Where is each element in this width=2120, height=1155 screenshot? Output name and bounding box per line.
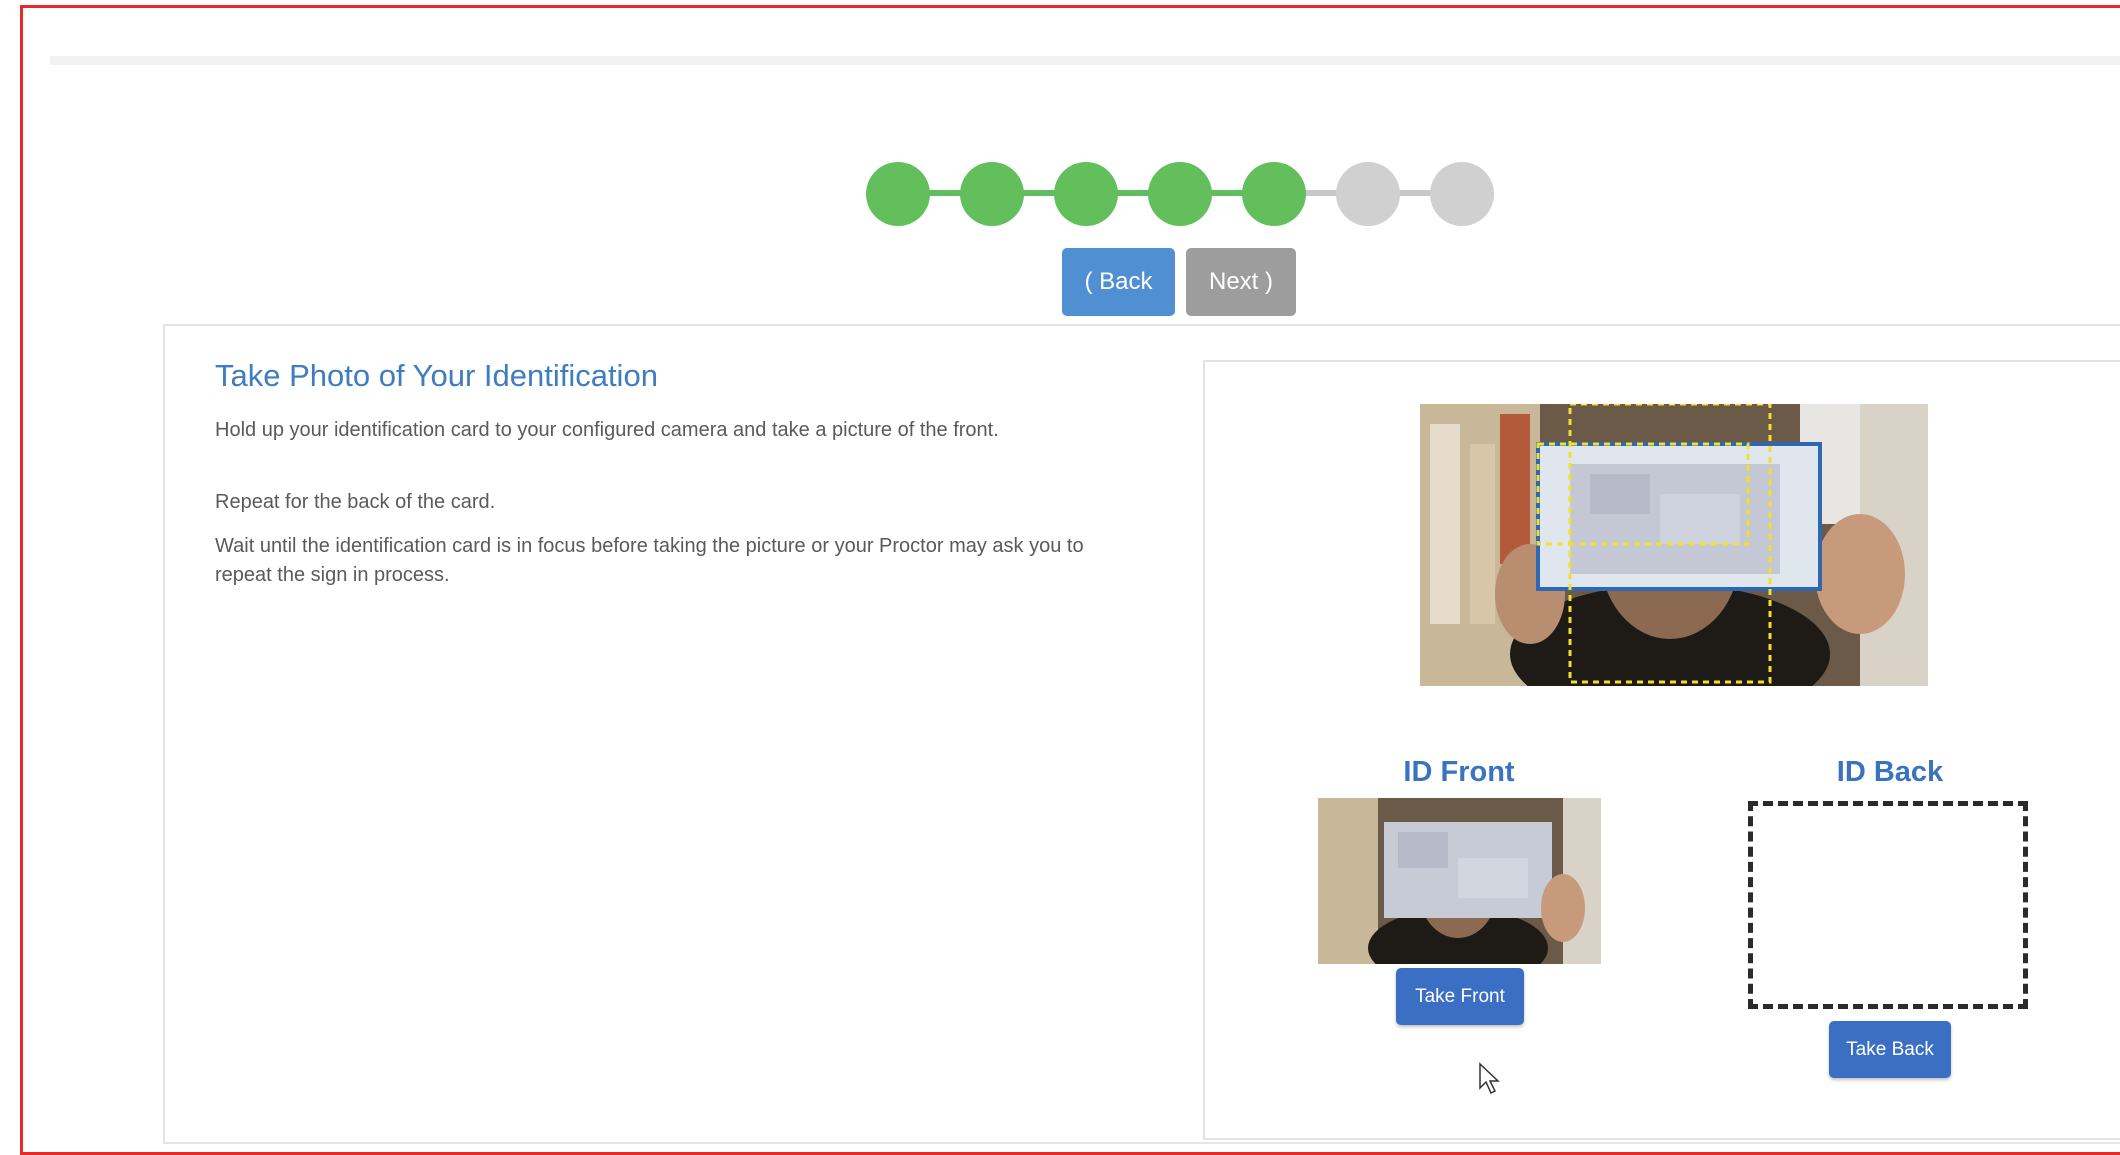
step-1	[866, 162, 930, 226]
camera-preview	[1420, 404, 1928, 686]
progress-stepper	[866, 162, 1496, 226]
step-2	[960, 162, 1024, 226]
mouse-pointer-icon	[1479, 1062, 1500, 1095]
top-bar	[50, 56, 2120, 65]
step-7	[1430, 162, 1494, 226]
step-3	[1054, 162, 1118, 226]
instruction-paragraph-2: Repeat for the back of the card.	[215, 491, 496, 513]
instruction-paragraph-1: Hold up your identification card to your…	[215, 419, 999, 441]
id-back-placeholder	[1748, 801, 2028, 1009]
step-4	[1148, 162, 1212, 226]
take-back-button[interactable]: Take Back	[1829, 1021, 1951, 1078]
step-5	[1242, 162, 1306, 226]
take-front-button[interactable]: Take Front	[1396, 968, 1524, 1025]
page-title: Take Photo of Your Identification	[215, 358, 658, 393]
id-back-label: ID Back	[1836, 756, 1944, 788]
id-front-label: ID Front	[1403, 756, 1515, 788]
next-button[interactable]: Next )	[1186, 248, 1296, 316]
id-front-thumbnail	[1318, 798, 1601, 964]
step-6	[1336, 162, 1400, 226]
back-button[interactable]: ( Back	[1062, 248, 1175, 316]
instruction-paragraph-3: Wait until the identification card is in…	[215, 535, 1084, 586]
